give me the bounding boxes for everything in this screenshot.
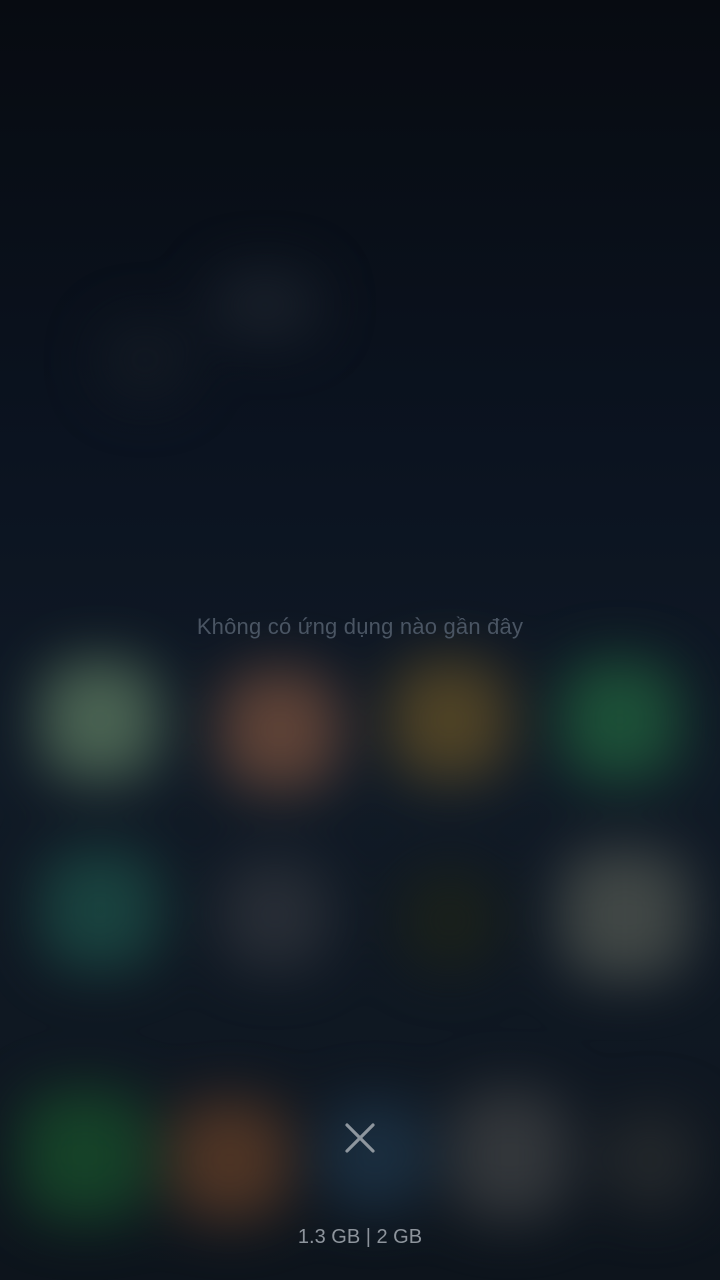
recent-apps-screen: Không có ứng dụng nào gần đây 1.3 GB | 2… xyxy=(0,0,720,1280)
no-recent-apps-message: Không có ứng dụng nào gần đây xyxy=(196,614,524,639)
blurred-home-screen-background xyxy=(0,0,720,1280)
close-icon xyxy=(345,1123,375,1153)
memory-status-text: 1.3 GB | 2 GB xyxy=(297,1226,423,1248)
clear-all-button[interactable] xyxy=(330,1108,390,1168)
